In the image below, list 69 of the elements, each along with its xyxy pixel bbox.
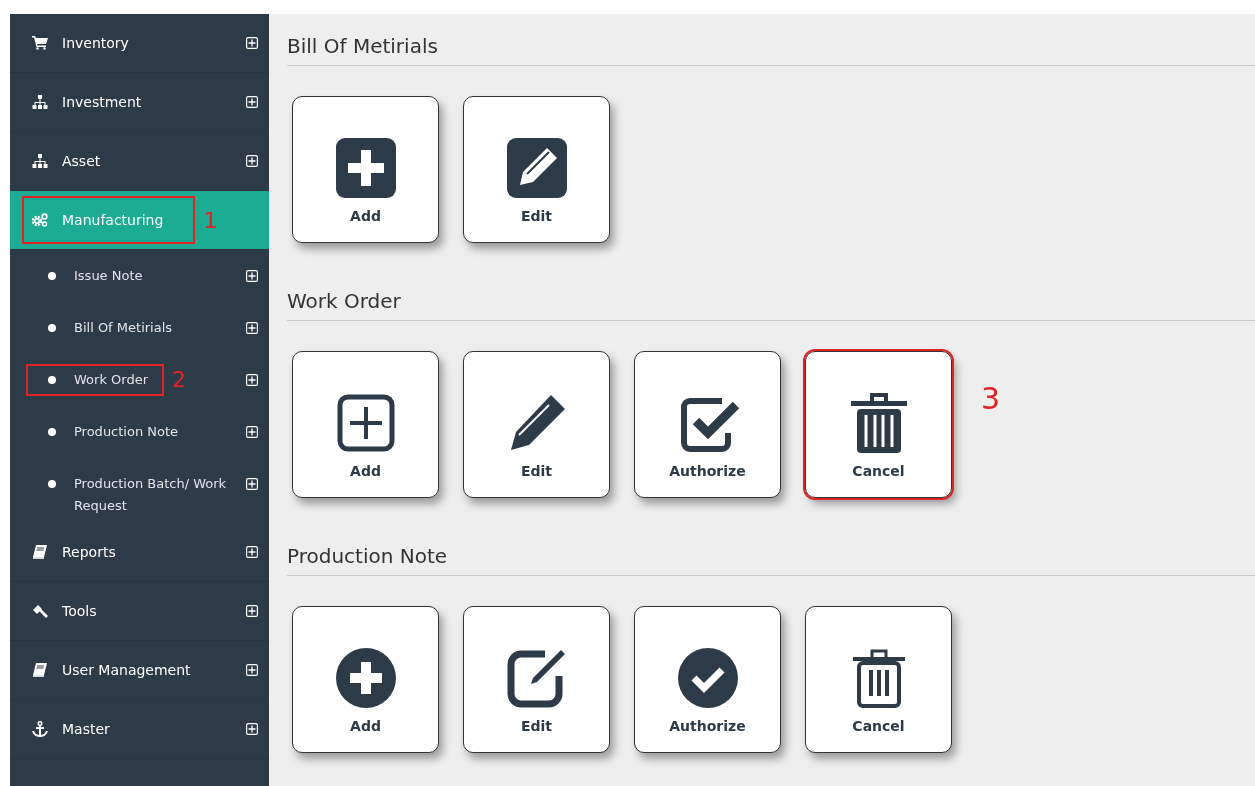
submenu-label: Production Batch/ Work Request <box>74 475 228 515</box>
expand-icon[interactable] <box>246 37 258 49</box>
menu-label: Reports <box>62 544 117 560</box>
expand-icon[interactable] <box>246 478 258 490</box>
annotation-number: 2 <box>172 369 186 391</box>
action-button[interactable]: Cancel <box>805 606 952 753</box>
bullet-icon <box>48 376 56 384</box>
checkbox-icon <box>680 397 739 452</box>
expand-icon[interactable] <box>246 664 258 676</box>
section-heading: Bill Of Metirials <box>287 26 1255 66</box>
pencil-icon <box>506 137 567 198</box>
expand-icon[interactable] <box>246 322 258 334</box>
expand-icon[interactable] <box>246 426 258 438</box>
action-button[interactable]: Edit <box>463 606 610 753</box>
expand-icon[interactable] <box>246 605 258 617</box>
submenu-label: Issue Note <box>74 267 143 285</box>
submenu-item[interactable]: Production Note <box>10 406 269 458</box>
bullet-icon <box>48 272 56 280</box>
expand-icon[interactable] <box>246 96 258 108</box>
action-button[interactable]: Cancel <box>805 351 952 498</box>
plus-icon <box>335 647 396 708</box>
expand-icon[interactable] <box>246 723 258 735</box>
submenu-item[interactable]: Bill Of Metirials <box>10 302 269 354</box>
sitemap-icon <box>32 95 48 109</box>
trash-icon <box>852 649 905 708</box>
submenu-item[interactable]: Work Order 2 <box>10 354 269 406</box>
action-button[interactable]: Edit <box>463 96 610 243</box>
plus-icon <box>337 394 394 451</box>
section-heading: Work Order <box>287 281 1255 321</box>
sitemap-icon <box>32 154 48 168</box>
expand-icon[interactable] <box>246 374 258 386</box>
pencil-icon <box>510 394 565 450</box>
action-button[interactable]: Authorize <box>634 606 781 753</box>
trash-icon <box>850 392 907 453</box>
action-button[interactable]: Add <box>292 351 439 498</box>
menu-label: Asset <box>62 153 102 169</box>
annotation-number: 1 <box>203 207 218 233</box>
bullet-icon <box>48 324 56 332</box>
submenu-item[interactable]: Production Batch/ Work Request <box>10 458 269 523</box>
book-icon <box>32 545 48 559</box>
edit-icon <box>507 649 565 707</box>
gears-icon <box>32 213 48 227</box>
gavel-icon <box>32 604 48 618</box>
action-button[interactable]: Add <box>292 96 439 243</box>
anchor-icon <box>32 721 48 737</box>
submenu-label: Work Order <box>74 371 148 389</box>
expand-icon[interactable] <box>246 546 258 558</box>
submenu-item[interactable]: Issue Note <box>10 250 269 302</box>
plus-icon <box>335 137 396 198</box>
bullet-icon <box>48 428 56 436</box>
action-button[interactable]: Edit <box>463 351 610 498</box>
menu-label: Investment <box>62 94 143 110</box>
action-button[interactable]: Authorize <box>634 351 781 498</box>
book-icon <box>32 663 48 677</box>
action-button[interactable]: Add <box>292 606 439 753</box>
submenu-label: Production Note <box>74 423 179 441</box>
menu-label: Tools <box>62 603 98 619</box>
menu-label: User Management <box>62 662 192 678</box>
expand-icon[interactable] <box>246 155 258 167</box>
menu-label: Inventory <box>62 35 130 51</box>
expand-icon[interactable] <box>246 270 258 282</box>
cart-icon <box>32 36 48 50</box>
section-heading: Production Note <box>287 536 1255 576</box>
menu-label: Master <box>62 721 111 737</box>
bullet-icon <box>48 480 56 488</box>
submenu-label: Bill Of Metirials <box>74 319 173 337</box>
check-icon <box>677 647 738 708</box>
menu-label: Manufacturing <box>62 212 164 228</box>
annotation-number: 3 <box>981 381 1001 416</box>
